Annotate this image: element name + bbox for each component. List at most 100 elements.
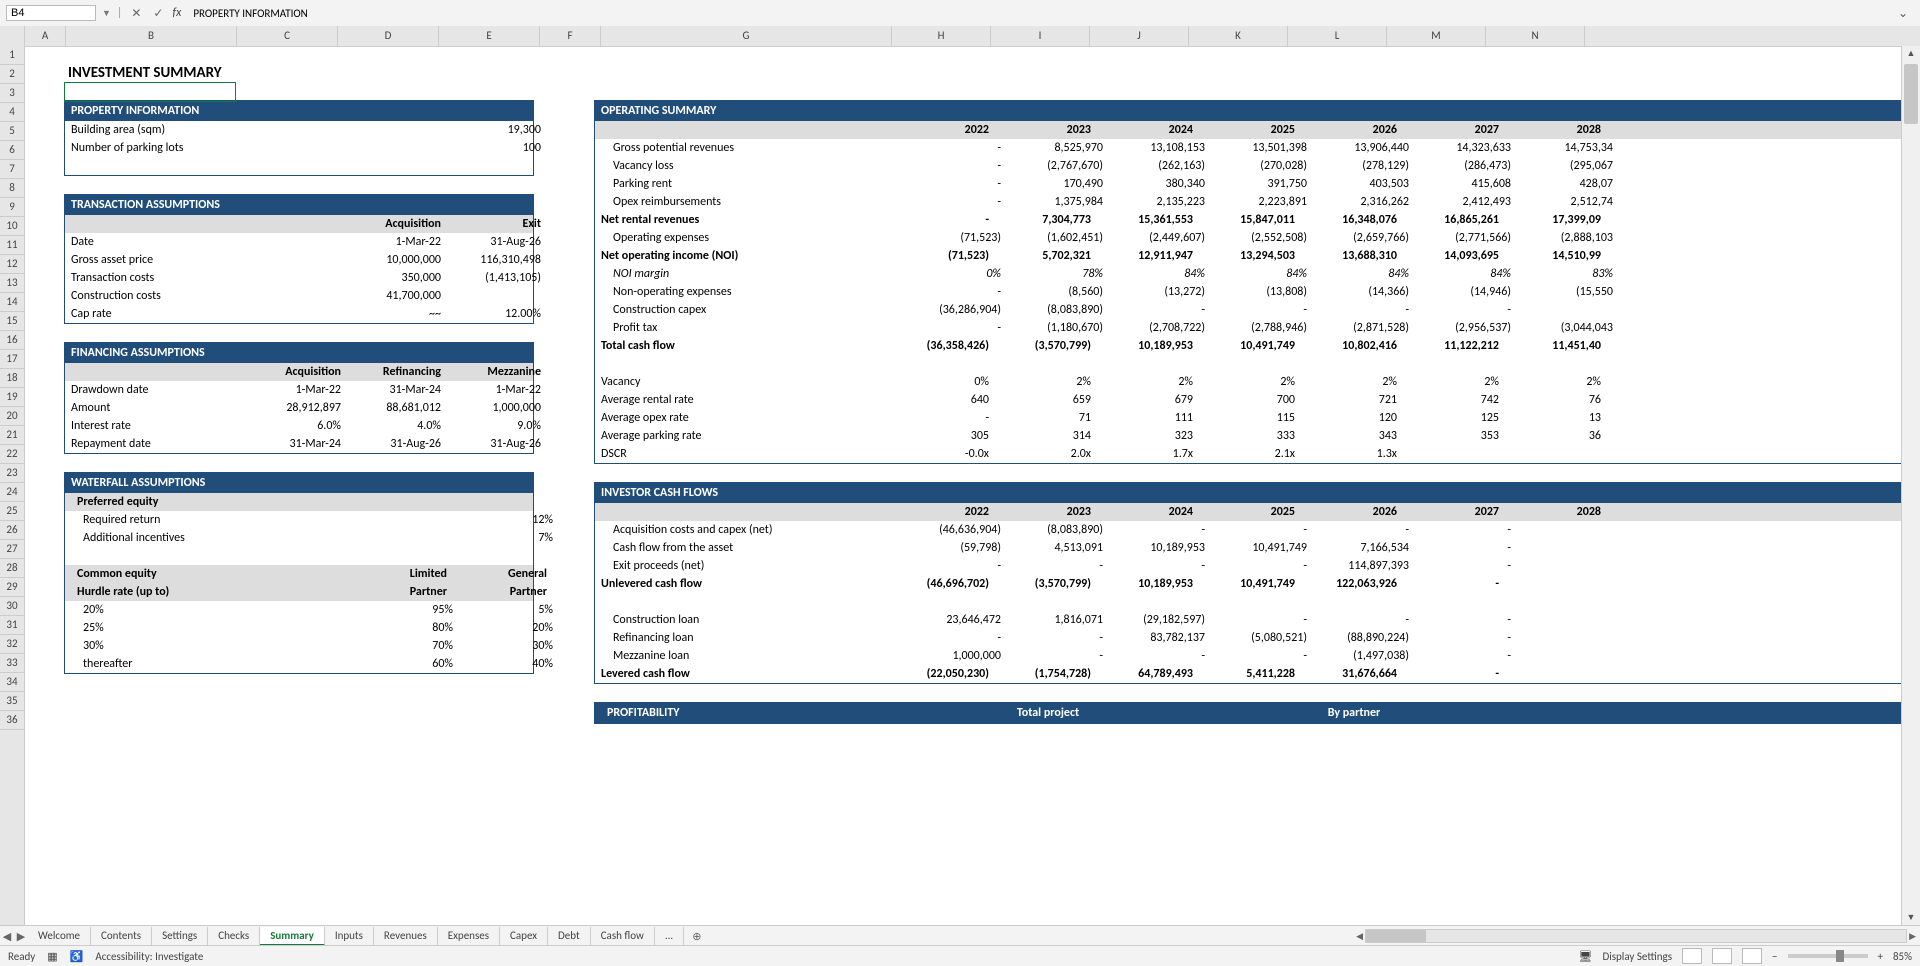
name-box[interactable] [6, 5, 96, 21]
row-header-4[interactable]: 4 [0, 103, 24, 122]
row-header-20[interactable]: 20 [0, 407, 24, 426]
row-header-6[interactable]: 6 [0, 141, 24, 160]
row-header-16[interactable]: 16 [0, 331, 24, 350]
property-info-box: PROPERTY INFORMATION Building area (sqm)… [64, 100, 534, 176]
tab-contents[interactable]: Contents [91, 927, 152, 946]
row-header-30[interactable]: 30 [0, 597, 24, 616]
row-header-35[interactable]: 35 [0, 692, 24, 711]
tab-debt[interactable]: Debt [548, 927, 591, 946]
row-header-13[interactable]: 13 [0, 274, 24, 293]
scroll-up-icon[interactable]: ▲ [1902, 46, 1920, 62]
display-settings-label[interactable]: Display Settings [1602, 950, 1672, 963]
name-box-dropdown-icon[interactable]: ▼ [102, 8, 111, 19]
macro-record-icon[interactable]: ▦ [47, 950, 57, 963]
col-header-G[interactable]: G [601, 26, 892, 46]
row-header-36[interactable]: 36 [0, 711, 24, 730]
row-header-29[interactable]: 29 [0, 578, 24, 597]
worksheet[interactable]: INVESTMENT SUMMARY PROPERTY INFORMATION … [24, 46, 1902, 926]
col-header-J[interactable]: J [1090, 26, 1189, 46]
tab-nav-next-icon[interactable]: ▶ [14, 930, 28, 943]
row-header-15[interactable]: 15 [0, 312, 24, 331]
tab-nav-prev-icon[interactable]: ◀ [0, 930, 14, 943]
zoom-in-icon[interactable]: + [1878, 950, 1883, 963]
row-header-32[interactable]: 32 [0, 635, 24, 654]
col-header-A[interactable]: A [25, 26, 66, 46]
transaction-header: TRANSACTION ASSUMPTIONS [65, 195, 533, 215]
col-header-N[interactable]: N [1486, 26, 1585, 46]
row-header-31[interactable]: 31 [0, 616, 24, 635]
fx-icon[interactable]: fx [172, 6, 181, 20]
row-header-17[interactable]: 17 [0, 350, 24, 369]
accessibility-icon[interactable]: ♿ [70, 950, 84, 963]
col-header-F[interactable]: F [540, 26, 601, 46]
enter-icon[interactable]: ✓ [150, 6, 166, 21]
column-headers[interactable]: ABCDEFGHIJKLMN [0, 26, 1920, 47]
row-header-1[interactable]: 1 [0, 46, 24, 65]
zoom-slider[interactable] [1788, 954, 1868, 958]
row-header-28[interactable]: 28 [0, 559, 24, 578]
row-header-34[interactable]: 34 [0, 673, 24, 692]
row-header-33[interactable]: 33 [0, 654, 24, 673]
row-header-18[interactable]: 18 [0, 369, 24, 388]
tab-expenses[interactable]: Expenses [438, 927, 500, 946]
tab-...[interactable]: ... [655, 927, 684, 946]
horizontal-scrollbar[interactable]: ◀ ▶ [1356, 929, 1920, 943]
status-ready: Ready [8, 950, 35, 963]
new-sheet-icon[interactable]: ⊕ [684, 930, 709, 943]
row-header-22[interactable]: 22 [0, 445, 24, 464]
vertical-scrollbar[interactable]: ▲ ▼ [1901, 46, 1920, 926]
tab-summary[interactable]: Summary [260, 927, 325, 946]
tab-cash flow[interactable]: Cash flow [591, 927, 655, 946]
tab-settings[interactable]: Settings [152, 927, 208, 946]
col-header-M[interactable]: M [1387, 26, 1486, 46]
row-header-7[interactable]: 7 [0, 160, 24, 179]
col-header-L[interactable]: L [1288, 26, 1387, 46]
row-header-24[interactable]: 24 [0, 483, 24, 502]
row-header-25[interactable]: 25 [0, 502, 24, 521]
row-header-26[interactable]: 26 [0, 521, 24, 540]
scroll-down-icon[interactable]: ▼ [1902, 910, 1920, 926]
accessibility-status[interactable]: Accessibility: Investigate [95, 950, 203, 963]
row-header-10[interactable]: 10 [0, 217, 24, 236]
tab-checks[interactable]: Checks [208, 927, 260, 946]
view-normal-icon[interactable] [1682, 948, 1702, 964]
col-header-K[interactable]: K [1189, 26, 1288, 46]
col-header-[interactable] [0, 26, 25, 46]
col-header-I[interactable]: I [991, 26, 1090, 46]
hscroll-right-icon[interactable]: ▶ [1909, 931, 1916, 942]
tab-revenues[interactable]: Revenues [374, 927, 438, 946]
col-header-C[interactable]: C [237, 26, 338, 46]
row-header-23[interactable]: 23 [0, 464, 24, 483]
zoom-level[interactable]: 85% [1893, 950, 1912, 963]
operating-summary-header: OPERATING SUMMARY [595, 101, 1902, 121]
row-header-14[interactable]: 14 [0, 293, 24, 312]
col-header-E[interactable]: E [439, 26, 540, 46]
formula-value[interactable]: PROPERTY INFORMATION [187, 7, 307, 20]
col-header-B[interactable]: B [66, 26, 237, 46]
row-header-12[interactable]: 12 [0, 255, 24, 274]
hscroll-left-icon[interactable]: ◀ [1356, 931, 1363, 942]
col-header-D[interactable]: D [338, 26, 439, 46]
row-headers[interactable]: 1234567891011121314151617181920212223242… [0, 46, 25, 926]
formula-expand-icon[interactable]: ⌄ [1898, 6, 1914, 21]
display-settings-icon[interactable]: 🖥 [1578, 950, 1592, 963]
view-pagelayout-icon[interactable] [1712, 948, 1732, 964]
cancel-icon[interactable]: ✕ [128, 6, 144, 21]
formula-bar: ▼ | ✕ ✓ fx PROPERTY INFORMATION ⌄ [0, 0, 1920, 27]
row-header-5[interactable]: 5 [0, 122, 24, 141]
row-header-27[interactable]: 27 [0, 540, 24, 559]
col-header-H[interactable]: H [892, 26, 991, 46]
row-header-8[interactable]: 8 [0, 179, 24, 198]
row-header-21[interactable]: 21 [0, 426, 24, 445]
row-header-11[interactable]: 11 [0, 236, 24, 255]
tab-capex[interactable]: Capex [500, 927, 548, 946]
row-header-3[interactable]: 3 [0, 84, 24, 103]
zoom-out-icon[interactable]: − [1772, 950, 1777, 963]
row-header-9[interactable]: 9 [0, 198, 24, 217]
row-header-19[interactable]: 19 [0, 388, 24, 407]
tab-welcome[interactable]: Welcome [28, 927, 91, 946]
row-header-2[interactable]: 2 [0, 65, 24, 84]
tab-inputs[interactable]: Inputs [325, 927, 374, 946]
scroll-thumb[interactable] [1904, 64, 1918, 124]
view-pagebreak-icon[interactable] [1742, 948, 1762, 964]
